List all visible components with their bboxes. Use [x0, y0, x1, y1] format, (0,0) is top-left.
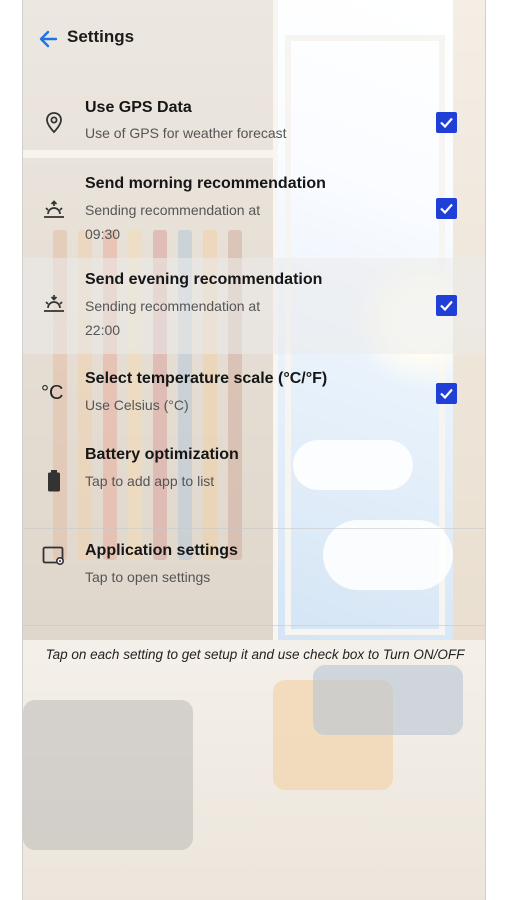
page-title: Settings: [67, 27, 135, 46]
celsius-icon: °C: [41, 382, 64, 404]
location-pin-icon: [41, 110, 67, 136]
setting-time: 09:30: [85, 226, 121, 242]
check-icon: [440, 388, 453, 400]
arrow-back-icon: [39, 30, 58, 48]
sunset-icon: [41, 292, 67, 318]
setting-subtitle: Use of GPS for weather forecast: [85, 125, 287, 141]
morning-checkbox[interactable]: [436, 198, 457, 219]
setting-subtitle: Tap to open settings: [85, 569, 211, 585]
temperature-checkbox[interactable]: [436, 383, 457, 404]
setting-subtitle: Use Celsius (°C): [85, 397, 189, 413]
setting-evening-recommendation[interactable]: Send evening recommendation Sending reco…: [23, 258, 485, 354]
setting-morning-recommendation[interactable]: Send morning recommendation Sending reco…: [23, 160, 485, 256]
battery-icon: [41, 468, 67, 494]
setting-application-settings[interactable]: Application settings Tap to open setting…: [23, 529, 485, 625]
setting-title: Send morning recommendation: [85, 175, 326, 192]
setting-subtitle: Sending recommendation at: [85, 202, 261, 218]
app-bar: Settings: [23, 0, 485, 74]
divider: [23, 625, 485, 626]
evening-checkbox[interactable]: [436, 295, 457, 316]
setting-title: Battery optimization: [85, 446, 239, 463]
setting-temperature-scale[interactable]: °C Select temperature scale (°C/°F) Use …: [23, 356, 485, 432]
setting-subtitle: Tap to add app to list: [85, 473, 215, 489]
phone-screen: Settings Use GPS Data Use of GPS for wea…: [22, 0, 486, 900]
footer-hint: Tap on each setting to get setup it and …: [45, 647, 465, 662]
check-icon: [440, 117, 453, 129]
setting-title: Application settings: [85, 542, 238, 559]
gps-checkbox[interactable]: [436, 112, 457, 133]
check-icon: [440, 203, 453, 215]
back-button[interactable]: [37, 28, 59, 50]
check-icon: [440, 300, 453, 312]
setting-title: Send evening recommendation: [85, 271, 323, 288]
setting-battery-optimization[interactable]: Battery optimization Tap to add app to l…: [23, 432, 485, 528]
setting-title: Use GPS Data: [85, 99, 192, 116]
sunrise-icon: [41, 198, 67, 224]
setting-time: 22:00: [85, 322, 121, 338]
app-settings-icon: [41, 543, 67, 569]
setting-gps[interactable]: Use GPS Data Use of GPS for weather fore…: [23, 86, 485, 158]
setting-subtitle: Sending recommendation at: [85, 298, 261, 314]
setting-title: Select temperature scale (°C/°F): [85, 370, 328, 387]
